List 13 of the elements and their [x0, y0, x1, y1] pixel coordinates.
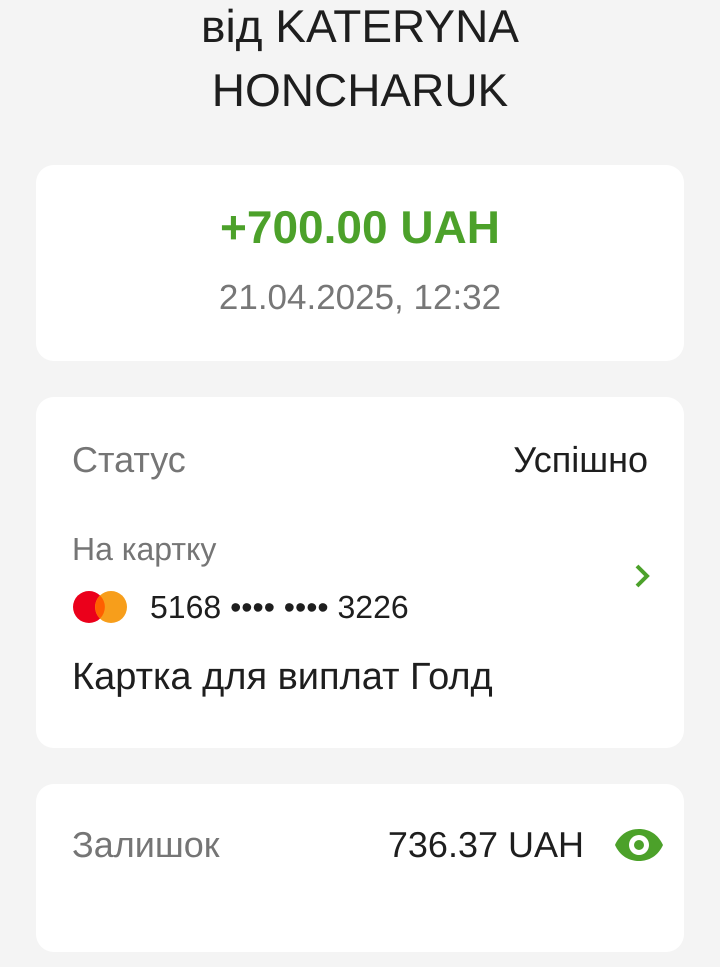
- date-time-text: 21.04.2025, 12:32: [218, 277, 502, 319]
- amount-text: +700.00 UAH: [220, 200, 500, 255]
- destination-label: На картку: [72, 530, 218, 569]
- balance-label: Залишок: [72, 822, 221, 866]
- card-number: 5168 •••• •••• 3226: [150, 588, 409, 626]
- status-value: Успішно: [513, 438, 648, 482]
- page-title: від KATERYNA HONCHARUK: [200, 0, 520, 118]
- card-logo-icon: [72, 590, 128, 624]
- status-label: Статус: [72, 438, 186, 482]
- chevron-right-icon[interactable]: [634, 562, 650, 588]
- eye-icon[interactable]: [614, 828, 664, 862]
- balance-value: 736.37 UAH: [388, 822, 584, 866]
- card-name: Картка для виплат Голд: [72, 654, 494, 700]
